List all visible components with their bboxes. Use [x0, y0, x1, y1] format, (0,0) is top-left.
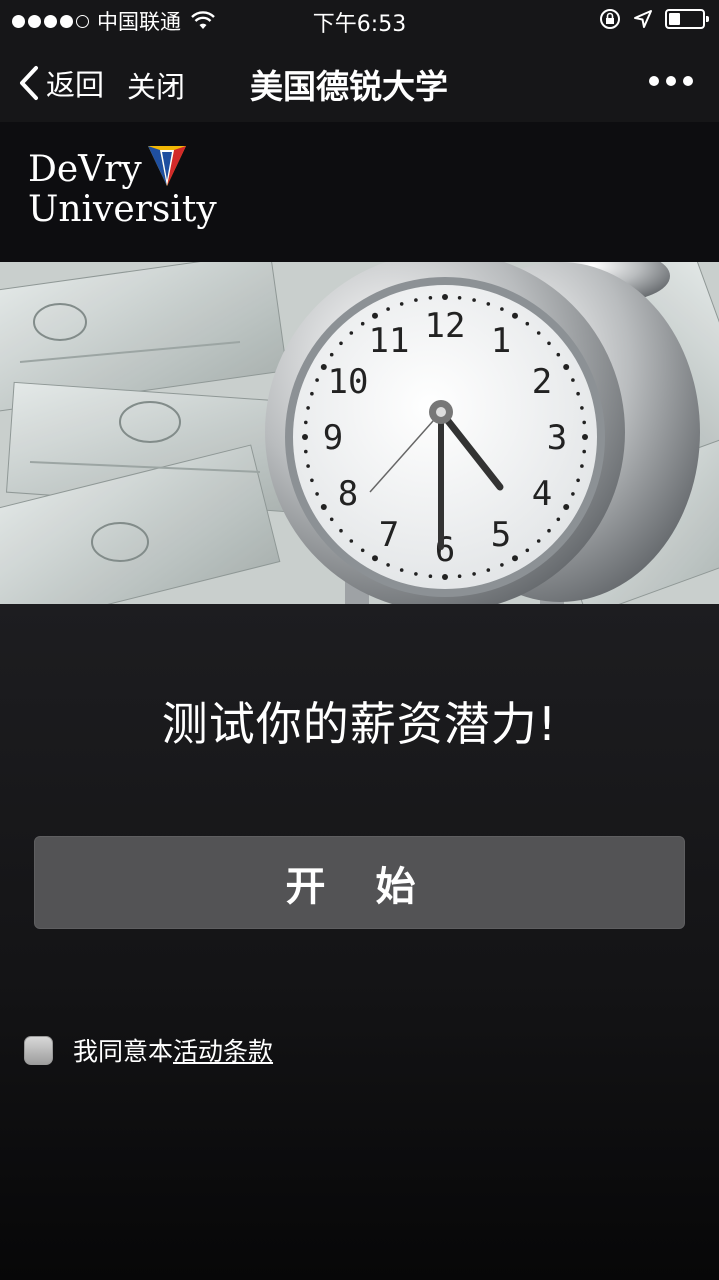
clock-tick	[414, 298, 418, 302]
clock-tick	[372, 555, 378, 562]
clock-tick	[310, 478, 314, 483]
logo-line2: University	[28, 189, 217, 230]
page-title: 美国德锐大学	[250, 67, 448, 106]
clock-tick	[339, 528, 343, 533]
clock-tick	[320, 504, 327, 510]
clock-tick	[525, 548, 530, 553]
clock-number: 9	[323, 418, 343, 458]
agree-label: 我同意本	[73, 1037, 174, 1066]
clock-tick	[536, 331, 541, 335]
clock-tick	[500, 563, 504, 567]
clock-tick	[556, 352, 561, 357]
nav-bar: 返回 关闭 美国德锐大学	[0, 40, 719, 122]
more-options-icon[interactable]	[649, 76, 693, 86]
back-label: 返回	[46, 68, 105, 102]
clock-tick	[310, 391, 314, 396]
clock-tick	[486, 568, 491, 572]
clock-tick	[580, 464, 584, 468]
clock-tick	[320, 364, 327, 370]
logo-line1: DeVry	[28, 149, 142, 190]
clock-tick	[372, 312, 378, 319]
shield-logo-icon	[148, 146, 186, 186]
hero-image: 12 1 2 3 4 5 6 7 8 9 10 11	[0, 262, 719, 604]
clock-number: 10	[328, 362, 369, 402]
clock-tick	[349, 331, 354, 335]
chevron-left-icon	[20, 66, 38, 100]
clock-tick	[306, 406, 310, 410]
headline: 测试你的薪资潜力!	[161, 697, 558, 751]
clock-tick	[304, 420, 308, 425]
clock-tick	[582, 449, 586, 454]
clock-tick	[582, 434, 588, 440]
clock-tick	[571, 492, 575, 496]
clock-tick	[428, 574, 433, 578]
clock-tick	[500, 307, 504, 311]
orientation-lock-icon	[600, 9, 620, 29]
clock-tick	[556, 517, 561, 522]
clock-tick	[472, 572, 476, 576]
clock-tick	[547, 341, 551, 346]
clock-tick	[576, 391, 580, 396]
clock-tick	[457, 296, 462, 300]
clock-tick	[563, 504, 570, 510]
clock-tick	[399, 568, 404, 572]
clock-number: 6	[435, 530, 455, 570]
clock-tick	[576, 478, 580, 483]
clock-tick	[512, 312, 518, 319]
agreement-row: 我同意本 活动条款	[24, 1032, 273, 1068]
clock-tick	[339, 341, 343, 346]
clock-tick	[329, 517, 334, 522]
clock-tick	[580, 406, 584, 410]
battery-level	[669, 13, 680, 25]
clock-tick	[360, 321, 365, 326]
clock-tick	[457, 574, 462, 578]
clock-tick	[349, 539, 354, 543]
clock-tick	[525, 321, 530, 326]
clock-tick	[414, 572, 418, 576]
clock-tick	[442, 574, 448, 580]
clock-tick	[486, 302, 491, 306]
back-button[interactable]: 返回	[18, 62, 104, 104]
clock-number: 1	[491, 321, 511, 361]
close-button[interactable]: 关闭	[127, 64, 185, 106]
status-right	[599, 8, 709, 30]
clock-number: 7	[379, 515, 399, 555]
clock-tick	[536, 539, 541, 543]
clock-tick	[315, 492, 319, 496]
clock-number: 5	[491, 515, 511, 555]
status-bar: 中国联通 下午6:53	[0, 0, 719, 40]
clock-tick	[582, 420, 586, 425]
agree-checkbox[interactable]	[24, 1035, 53, 1065]
clock-tick	[329, 352, 334, 357]
clock-tick	[302, 434, 308, 440]
clock-number: 12	[425, 306, 466, 346]
clock-tick	[571, 378, 575, 382]
clock-number: 11	[369, 321, 410, 361]
clock-number: 2	[532, 362, 552, 402]
clock-number: 3	[547, 418, 567, 458]
clock-tick	[547, 528, 551, 533]
clock-tick	[428, 296, 433, 300]
clock-tick	[386, 563, 390, 567]
main-content: 测试你的薪资潜力! 开 始 我同意本 活动条款	[0, 604, 719, 1280]
clock-tick	[315, 378, 319, 382]
clock-tick	[304, 449, 308, 454]
start-button[interactable]: 开 始	[34, 836, 685, 929]
location-arrow-icon	[634, 10, 652, 28]
clock-tick	[399, 302, 404, 306]
clock-tick	[360, 548, 365, 553]
clock-tick	[386, 307, 390, 311]
clock-tick	[563, 364, 570, 370]
devry-logo: DeVry University	[28, 150, 217, 230]
clock-tick	[472, 298, 476, 302]
clock-tick	[306, 464, 310, 468]
battery-icon	[665, 9, 709, 29]
clock-tick	[512, 555, 518, 562]
terms-link[interactable]: 活动条款	[173, 1032, 273, 1068]
money-clock-illustration: 12 12 3 45678 9 1011	[0, 262, 719, 604]
clock-tick	[442, 294, 448, 300]
clock-number: 4	[532, 474, 552, 514]
clock-number: 8	[338, 474, 358, 514]
logo-band: DeVry University	[0, 122, 719, 262]
